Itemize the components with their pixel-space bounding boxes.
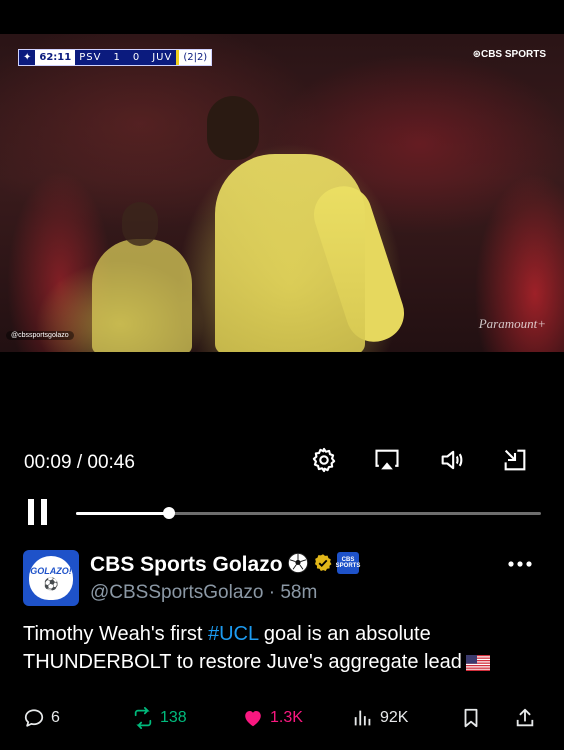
match-clock: 62:11 <box>35 50 76 65</box>
duration: 00:46 <box>87 452 135 473</box>
home-score: 1 <box>113 52 121 63</box>
away-team: JUV <box>152 52 173 63</box>
current-time: 00:09 <box>24 452 72 473</box>
video-background-player-head <box>122 202 158 246</box>
handle-line: @CBSSportsGolazo · 58m <box>90 582 317 604</box>
scorebug: ✦ 62:11 PSV 1 0 JUV (2|2) <box>18 49 213 66</box>
playback-time: 00:09 / 00:46 <box>24 452 135 474</box>
soccer-ball-icon: ⚽ <box>43 576 59 591</box>
hashtag-link[interactable]: #UCL <box>208 623 258 645</box>
airplay-icon[interactable] <box>373 446 401 474</box>
views-chart-icon <box>354 710 371 726</box>
repost-count: 138 <box>160 709 187 726</box>
scrubber-handle[interactable] <box>163 507 175 519</box>
video-main-player-head <box>207 96 259 160</box>
minimize-icon[interactable] <box>501 446 529 474</box>
golazo-badge: GOLAZO! ⚽ <box>29 556 73 600</box>
avatar-text: GOLAZO! <box>30 565 72 576</box>
video-frame[interactable]: ✦ 62:11 PSV 1 0 JUV (2|2) ⊛CBS SPORTS @c… <box>0 34 564 352</box>
post-time[interactable]: 58m <box>280 582 317 603</box>
video-main-player <box>215 154 365 352</box>
repost-button[interactable]: 138 <box>132 706 187 730</box>
pause-icon[interactable] <box>26 497 50 527</box>
reply-count: 6 <box>51 709 60 726</box>
video-background-player <box>92 239 192 352</box>
heart-icon <box>245 710 261 727</box>
tweet-text-start: Timothy Weah's first <box>23 623 208 645</box>
author-handle[interactable]: @CBSSportsGolazo <box>90 582 263 603</box>
scrubber-progress <box>76 512 169 515</box>
home-team: PSV <box>79 52 102 63</box>
like-button[interactable]: 1.3K <box>242 706 303 730</box>
verified-gold-icon[interactable] <box>313 553 333 573</box>
score-line: PSV 1 0 JUV <box>75 50 177 65</box>
broadcaster-logo: ⊛CBS SPORTS <box>472 49 546 60</box>
bookmark-icon <box>464 708 478 728</box>
tweet-text: Timothy Weah's first #UCL goal is an abs… <box>23 620 543 676</box>
reply-icon <box>24 709 44 727</box>
author-badges: CBS SPORTS <box>287 552 360 574</box>
views-button[interactable]: 92K <box>352 706 408 730</box>
share-icon <box>516 708 534 727</box>
like-count: 1.3K <box>270 709 303 726</box>
volume-icon[interactable] <box>438 446 466 474</box>
reply-button[interactable]: 6 <box>23 706 60 730</box>
bookmark-button[interactable] <box>460 706 488 730</box>
view-count: 92K <box>380 709 409 726</box>
soccer-ball-icon <box>287 552 309 574</box>
gear-icon[interactable] <box>310 446 338 474</box>
paramount-watermark: Paramount+ <box>478 316 546 331</box>
more-options-icon[interactable] <box>505 555 535 573</box>
video-watermark-handle: @cbssportsgolazo <box>6 331 74 340</box>
repost-icon <box>134 707 152 729</box>
author-name[interactable]: CBS Sports Golazo <box>90 553 283 577</box>
avatar[interactable]: GOLAZO! ⚽ <box>23 550 79 606</box>
us-flag-icon <box>465 654 490 671</box>
away-score: 0 <box>132 52 141 63</box>
video-controls: 00:09 / 00:46 <box>0 440 564 480</box>
ucl-star-icon: ✦ <box>19 50 36 65</box>
aggregate-score: (2|2) <box>176 50 212 65</box>
share-button[interactable] <box>514 706 542 730</box>
affiliate-badge[interactable]: CBS SPORTS <box>336 552 360 574</box>
time-separator: / <box>71 452 88 473</box>
handle-separator: · <box>263 582 281 603</box>
